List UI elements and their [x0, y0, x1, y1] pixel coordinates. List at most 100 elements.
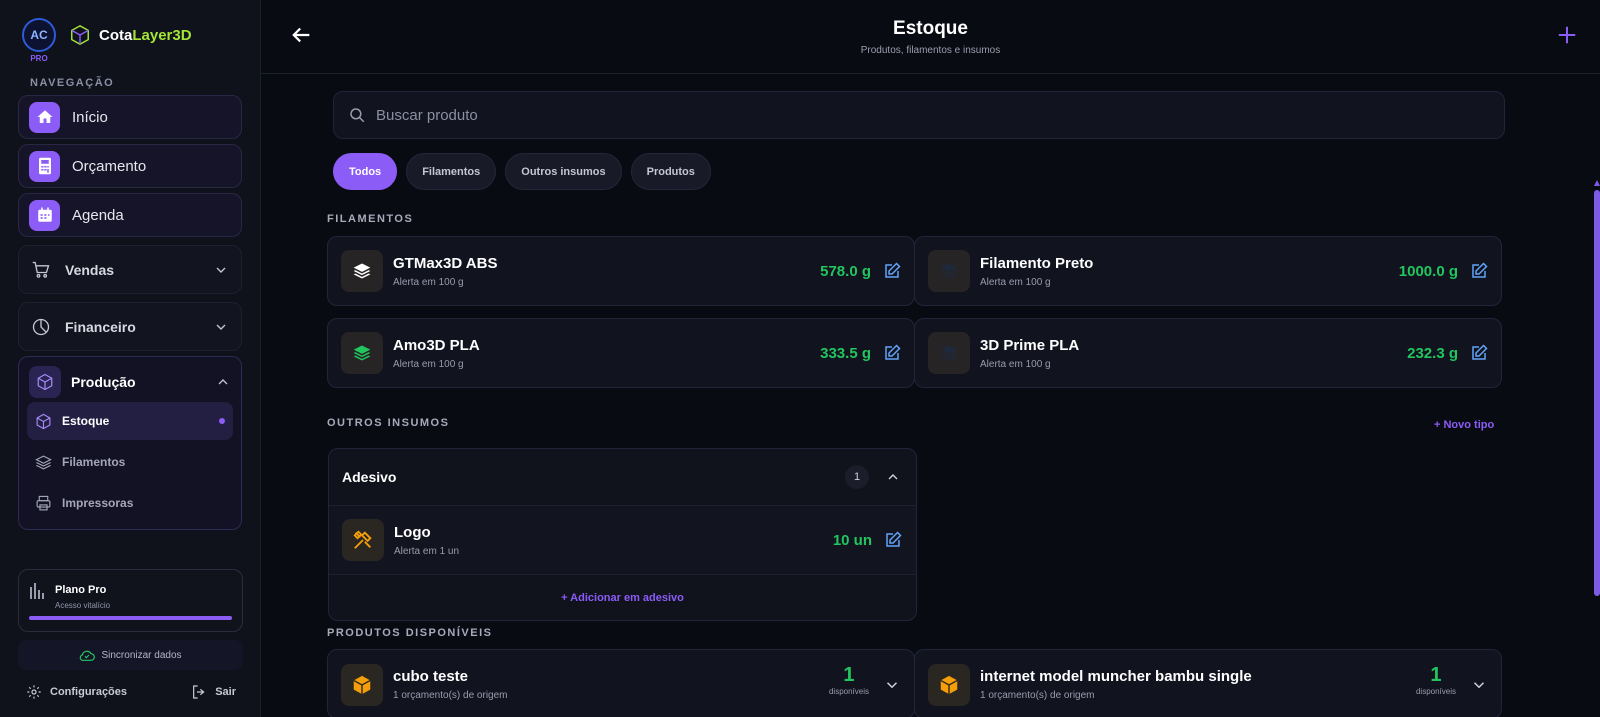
- insumo-alert: Alerta em 1 un: [394, 545, 460, 557]
- filament-card[interactable]: Amo3D PLA Alerta em 100 g 333.5 g: [327, 318, 915, 388]
- sidebar-item-estoque[interactable]: Estoque: [27, 402, 233, 440]
- producao-header[interactable]: Produção: [27, 365, 233, 399]
- cart-icon: [32, 261, 50, 278]
- sub-item-label: Filamentos: [62, 455, 126, 469]
- sub-item-label: Impressoras: [62, 496, 134, 510]
- new-type-button[interactable]: + Novo tipo: [1434, 419, 1494, 431]
- filament-alert: Alerta em 100 g: [393, 276, 464, 288]
- filament-stock-value: 333.5 g: [820, 344, 871, 362]
- sidebar-footer: Configurações Sair: [26, 684, 236, 700]
- top-bar: Estoque Produtos, filamentos e insumos: [261, 0, 1600, 74]
- edit-icon[interactable]: [1470, 344, 1488, 362]
- layers-icon: [35, 454, 52, 470]
- calculator-icon: [29, 150, 60, 182]
- chevron-down-icon: [216, 267, 226, 273]
- sync-button[interactable]: Sincronizar dados: [18, 640, 243, 670]
- filament-stock-value: 232.3 g: [1407, 344, 1458, 362]
- logout-icon: [193, 685, 205, 699]
- logout-label: Sair: [215, 686, 236, 698]
- app-name: CotaLayer3D: [99, 26, 192, 44]
- product-count-label: disponíveis: [828, 687, 869, 696]
- add-icon[interactable]: [1556, 24, 1578, 46]
- plan-title: Plano Pro: [55, 584, 107, 596]
- box-icon: [928, 664, 970, 706]
- logout-link[interactable]: Sair: [191, 684, 236, 700]
- product-origin: 1 orçamento(s) de origem: [393, 690, 508, 701]
- settings-link[interactable]: Configurações: [26, 684, 127, 700]
- edit-icon[interactable]: [884, 531, 902, 549]
- avatar[interactable]: AC PRO: [22, 18, 56, 63]
- filter-produtos[interactable]: Produtos: [630, 153, 711, 190]
- product-name: cubo teste: [393, 668, 469, 685]
- pie-chart-icon: [32, 318, 50, 335]
- chevron-down-icon: [216, 324, 226, 330]
- filament-card[interactable]: 3D Prime PLA Alerta em 100 g 232.3 g: [914, 318, 1502, 388]
- active-dot: [219, 418, 225, 424]
- chevron-down-icon[interactable]: [883, 676, 901, 694]
- sidebar-item-orcamento[interactable]: Orçamento: [18, 144, 242, 188]
- scrollbar-thumb[interactable]: [1594, 190, 1600, 596]
- sub-item-label: Estoque: [62, 414, 110, 428]
- filament-card[interactable]: Filamento Preto Alerta em 100 g 1000.0 g: [914, 236, 1502, 306]
- filament-name: Filamento Preto: [980, 254, 1094, 272]
- filter-filamentos[interactable]: Filamentos: [406, 153, 497, 190]
- section-title-filamentos: FILAMENTOS: [327, 213, 414, 225]
- nav-title: NAVEGAÇÃO: [30, 77, 115, 89]
- chevron-down-icon[interactable]: [1470, 676, 1488, 694]
- avatar-initials: AC: [30, 28, 48, 42]
- sidebar-item-impressoras[interactable]: Impressoras: [27, 484, 233, 522]
- sidebar-group-financeiro[interactable]: Financeiro: [18, 302, 242, 351]
- chevron-up-icon: [888, 474, 898, 480]
- product-card[interactable]: cubo teste 1 orçamento(s) de origem 1 disp…: [327, 649, 915, 717]
- logo-cube-icon: [71, 24, 89, 46]
- filter-todos[interactable]: Todos: [333, 153, 398, 190]
- filament-card[interactable]: GTMax3D ABS Alerta em 100 g 578.0 g: [327, 236, 915, 306]
- layers-icon: [928, 250, 970, 292]
- tools-icon: [342, 519, 384, 561]
- plan-progress-bar: [29, 616, 232, 620]
- sidebar-item-label: Agenda: [72, 206, 124, 224]
- product-name: internet model muncher bambu single: [980, 668, 1252, 685]
- layers-icon: [341, 250, 383, 292]
- product-card[interactable]: internet model muncher bambu single 1 orç…: [914, 649, 1502, 717]
- plan-subtitle: Acesso vitalício: [55, 601, 111, 610]
- sync-label: Sincronizar dados: [101, 649, 182, 661]
- search-icon: [350, 108, 365, 123]
- section-title-insumos: OUTROS INSUMOS: [327, 417, 450, 429]
- bar-chart-icon: [30, 583, 44, 599]
- edit-icon[interactable]: [883, 262, 901, 280]
- brand: AC PRO CotaLayer3D: [18, 0, 242, 70]
- scroll-up-arrow[interactable]: [1594, 180, 1600, 186]
- filament-name: 3D Prime PLA: [980, 336, 1080, 354]
- sidebar-group-vendas[interactable]: Vendas: [18, 245, 242, 294]
- sidebar-item-label: Início: [72, 108, 108, 126]
- layers-icon: [341, 332, 383, 374]
- sidebar-item-inicio[interactable]: Início: [18, 95, 242, 139]
- filament-alert: Alerta em 100 g: [980, 276, 1051, 288]
- insumo-group-header[interactable]: Adesivo 1: [329, 449, 916, 506]
- edit-icon[interactable]: [1470, 262, 1488, 280]
- search-input[interactable]: [376, 106, 1376, 124]
- calendar-icon: [29, 199, 60, 231]
- page-title: Estoque: [893, 18, 968, 39]
- edit-icon[interactable]: [883, 344, 901, 362]
- insumo-item[interactable]: Logo Alerta em 1 un 10 un: [329, 506, 916, 575]
- search-bar[interactable]: [333, 91, 1505, 139]
- sidebar-item-filamentos[interactable]: Filamentos: [27, 443, 233, 481]
- group-label: Vendas: [65, 261, 115, 278]
- chevron-up-icon: [218, 379, 228, 385]
- group-label: Produção: [71, 374, 136, 390]
- insumo-stock-value: 10 un: [832, 531, 872, 549]
- home-icon: [29, 101, 60, 133]
- cloud-check-icon: [80, 650, 96, 661]
- add-in-adesivo-button[interactable]: + Adicionar em adesivo: [329, 575, 916, 620]
- filament-name: GTMax3D ABS: [393, 254, 498, 272]
- product-count: 1: [843, 664, 855, 686]
- gear-icon: [27, 685, 41, 699]
- insumo-name: Logo: [394, 523, 431, 541]
- sidebar-group-producao: Produção Estoque Filamentos Impressoras: [18, 356, 242, 530]
- filter-outros-insumos[interactable]: Outros insumos: [505, 153, 622, 190]
- section-title-produtos: PRODUTOS DISPONÍVEIS: [327, 627, 493, 639]
- sidebar-item-agenda[interactable]: Agenda: [18, 193, 242, 237]
- settings-label: Configurações: [50, 686, 128, 698]
